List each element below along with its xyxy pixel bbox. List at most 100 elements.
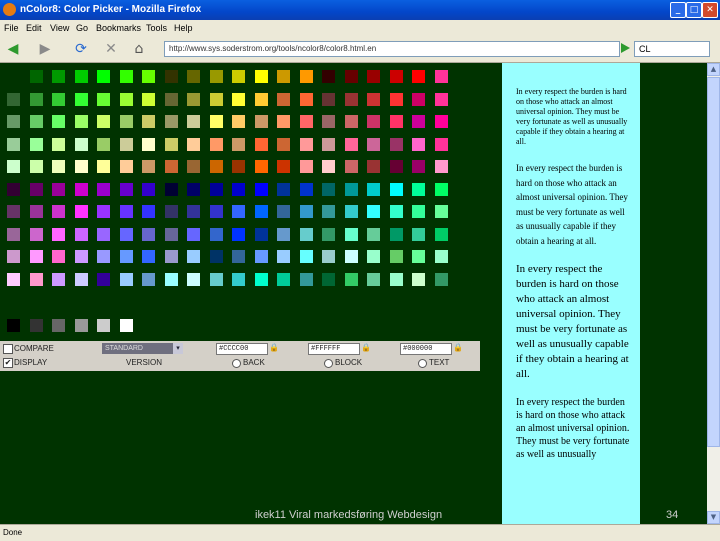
color-swatch[interactable] bbox=[344, 160, 358, 173]
color-swatch[interactable] bbox=[367, 250, 380, 263]
color-swatch[interactable] bbox=[254, 205, 268, 218]
color-swatch[interactable] bbox=[164, 92, 178, 106]
color-swatch[interactable] bbox=[52, 70, 65, 83]
color-swatch[interactable] bbox=[434, 272, 448, 286]
color-swatch[interactable] bbox=[97, 182, 110, 196]
forward-icon[interactable]: ▶ bbox=[36, 40, 54, 58]
color-swatch[interactable] bbox=[74, 227, 88, 241]
color-swatch[interactable] bbox=[389, 182, 403, 196]
color-swatch[interactable] bbox=[434, 160, 448, 173]
color-swatch[interactable] bbox=[232, 205, 245, 218]
color-swatch[interactable] bbox=[254, 92, 268, 106]
color-swatch[interactable] bbox=[187, 115, 200, 128]
scroll-up-icon[interactable]: ▲ bbox=[707, 63, 720, 76]
color-swatch[interactable] bbox=[389, 250, 403, 263]
scroll-thumb[interactable] bbox=[707, 77, 720, 447]
color-swatch[interactable] bbox=[299, 250, 313, 263]
color-swatch[interactable] bbox=[97, 272, 110, 286]
color-swatch[interactable] bbox=[322, 205, 335, 218]
color-swatch[interactable] bbox=[52, 115, 65, 128]
color-swatch[interactable] bbox=[412, 70, 425, 83]
color-swatch[interactable] bbox=[389, 205, 403, 218]
color-swatch[interactable] bbox=[119, 137, 133, 151]
color-swatch[interactable] bbox=[254, 137, 268, 151]
color-swatch[interactable] bbox=[412, 227, 425, 241]
color-swatch[interactable] bbox=[322, 250, 335, 263]
color-swatch[interactable] bbox=[74, 205, 88, 218]
color-swatch[interactable] bbox=[187, 250, 200, 263]
color-swatch[interactable] bbox=[277, 250, 290, 263]
color-swatch[interactable] bbox=[74, 182, 88, 196]
color-swatch[interactable] bbox=[164, 227, 178, 241]
color-swatch[interactable] bbox=[164, 160, 178, 173]
menu-file[interactable]: File bbox=[4, 23, 19, 33]
color-swatch[interactable] bbox=[74, 250, 88, 263]
color-swatch[interactable] bbox=[232, 92, 245, 106]
color-swatch[interactable] bbox=[119, 160, 133, 173]
color-swatch[interactable] bbox=[232, 137, 245, 151]
color-swatch[interactable] bbox=[254, 160, 268, 173]
color-swatch[interactable] bbox=[164, 250, 178, 263]
color-swatch[interactable] bbox=[322, 182, 335, 196]
color-swatch[interactable] bbox=[97, 205, 110, 218]
display-checkbox[interactable]: ✔ bbox=[3, 358, 13, 368]
lock-icon[interactable]: 🔒 bbox=[269, 343, 279, 352]
color-swatch[interactable] bbox=[142, 70, 155, 83]
color-swatch[interactable] bbox=[412, 115, 425, 128]
color-swatch[interactable] bbox=[299, 92, 313, 106]
color-swatch[interactable] bbox=[322, 70, 335, 83]
color-swatch[interactable] bbox=[97, 115, 110, 128]
color-swatch[interactable] bbox=[7, 227, 20, 241]
radio-block[interactable] bbox=[324, 359, 333, 368]
color-swatch[interactable] bbox=[187, 92, 200, 106]
color-swatch[interactable] bbox=[209, 250, 223, 263]
color-swatch[interactable] bbox=[232, 272, 245, 286]
color-swatch[interactable] bbox=[7, 205, 20, 218]
color-swatch[interactable] bbox=[142, 272, 155, 286]
color-swatch[interactable] bbox=[412, 250, 425, 263]
color-swatch[interactable] bbox=[434, 205, 448, 218]
color-swatch[interactable] bbox=[29, 250, 43, 263]
color-swatch[interactable] bbox=[52, 205, 65, 218]
color-swatch[interactable] bbox=[389, 137, 403, 151]
color-swatch[interactable] bbox=[142, 115, 155, 128]
lock-icon[interactable]: 🔒 bbox=[361, 343, 371, 352]
color-swatch[interactable] bbox=[412, 182, 425, 196]
color-swatch[interactable] bbox=[367, 272, 380, 286]
color-swatch[interactable] bbox=[97, 160, 110, 173]
color-swatch[interactable] bbox=[52, 160, 65, 173]
color-swatch[interactable] bbox=[344, 70, 358, 83]
color-swatch[interactable] bbox=[367, 115, 380, 128]
color-swatch[interactable] bbox=[209, 227, 223, 241]
color-swatch[interactable] bbox=[232, 227, 245, 241]
color-swatch[interactable] bbox=[7, 160, 20, 173]
reload-icon[interactable]: ⟳ bbox=[72, 40, 90, 58]
color-swatch[interactable] bbox=[142, 182, 155, 196]
color-swatch[interactable] bbox=[299, 115, 313, 128]
color-swatch[interactable] bbox=[434, 70, 448, 83]
color-swatch[interactable] bbox=[277, 272, 290, 286]
gray-swatch[interactable] bbox=[29, 319, 43, 332]
color-swatch[interactable] bbox=[97, 250, 110, 263]
color-swatch[interactable] bbox=[254, 227, 268, 241]
color-swatch[interactable] bbox=[164, 137, 178, 151]
color-swatch[interactable] bbox=[29, 92, 43, 106]
color-swatch[interactable] bbox=[74, 92, 88, 106]
color-swatch[interactable] bbox=[277, 205, 290, 218]
gray-swatch[interactable] bbox=[97, 319, 110, 332]
color-swatch[interactable] bbox=[142, 227, 155, 241]
color-swatch[interactable] bbox=[187, 227, 200, 241]
color-swatch[interactable] bbox=[322, 272, 335, 286]
color-swatch[interactable] bbox=[277, 160, 290, 173]
menu-go[interactable]: Go bbox=[76, 23, 88, 33]
color-swatch[interactable] bbox=[254, 182, 268, 196]
color-swatch[interactable] bbox=[119, 92, 133, 106]
color-swatch[interactable] bbox=[232, 70, 245, 83]
color-swatch[interactable] bbox=[367, 137, 380, 151]
color-swatch[interactable] bbox=[29, 227, 43, 241]
color-swatch[interactable] bbox=[412, 92, 425, 106]
color-swatch[interactable] bbox=[254, 250, 268, 263]
color-swatch[interactable] bbox=[299, 182, 313, 196]
color-swatch[interactable] bbox=[344, 272, 358, 286]
color-swatch[interactable] bbox=[164, 205, 178, 218]
